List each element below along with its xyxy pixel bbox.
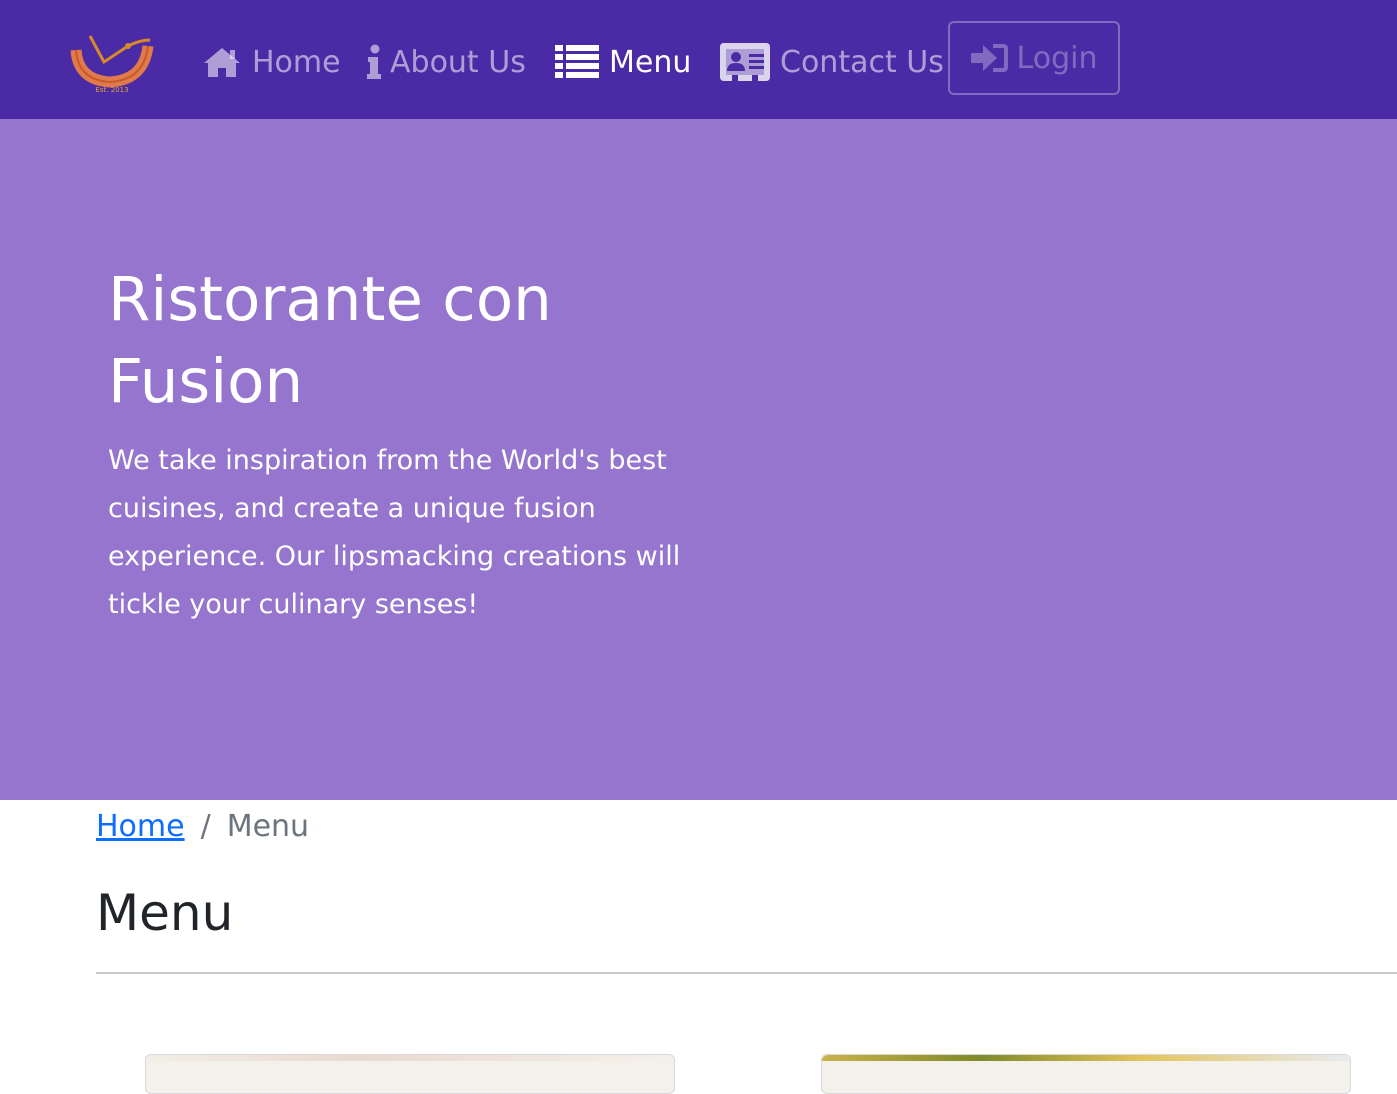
navbar: Est. 2013 Home About Us Menu Contact Us … (0, 0, 1397, 119)
menu-card[interactable] (145, 1054, 675, 1094)
sign-in-icon (970, 42, 1009, 74)
nav-item-label: About Us (390, 44, 526, 80)
list-icon (555, 44, 599, 80)
breadcrumb-current: Menu (226, 808, 310, 844)
svg-text:Est. 2013: Est. 2013 (95, 86, 128, 94)
address-card-icon (720, 43, 770, 81)
breadcrumb-separator: / (200, 808, 211, 844)
menu-card-image (822, 1055, 1350, 1061)
nav-item-contact[interactable]: Contact Us (720, 38, 944, 86)
home-icon (202, 46, 242, 78)
nav-item-home[interactable]: Home (202, 38, 341, 86)
menu-card[interactable] (821, 1054, 1351, 1094)
login-button[interactable]: Login (948, 21, 1120, 95)
nav-item-label: Contact Us (780, 44, 944, 80)
breadcrumb-home-link[interactable]: Home (96, 809, 185, 844)
page-title: Menu (96, 884, 234, 942)
nav-item-label: Home (252, 44, 341, 80)
hero-description: We take inspiration from the World's bes… (108, 445, 681, 620)
breadcrumb: Home / Menu (96, 804, 309, 848)
divider (96, 972, 1397, 974)
restaurant-logo[interactable]: Est. 2013 (70, 32, 154, 94)
hero-banner: Ristorante con Fusion We take inspiratio… (0, 119, 1397, 800)
nav-item-label: Menu (609, 44, 692, 80)
nav-item-about[interactable]: About Us (366, 38, 526, 86)
nav-item-menu[interactable]: Menu (555, 38, 691, 86)
login-label: Login (1016, 40, 1098, 76)
info-icon (366, 44, 382, 80)
hero-title: Ristorante con Fusion (108, 264, 552, 417)
menu-card-image (146, 1055, 674, 1061)
